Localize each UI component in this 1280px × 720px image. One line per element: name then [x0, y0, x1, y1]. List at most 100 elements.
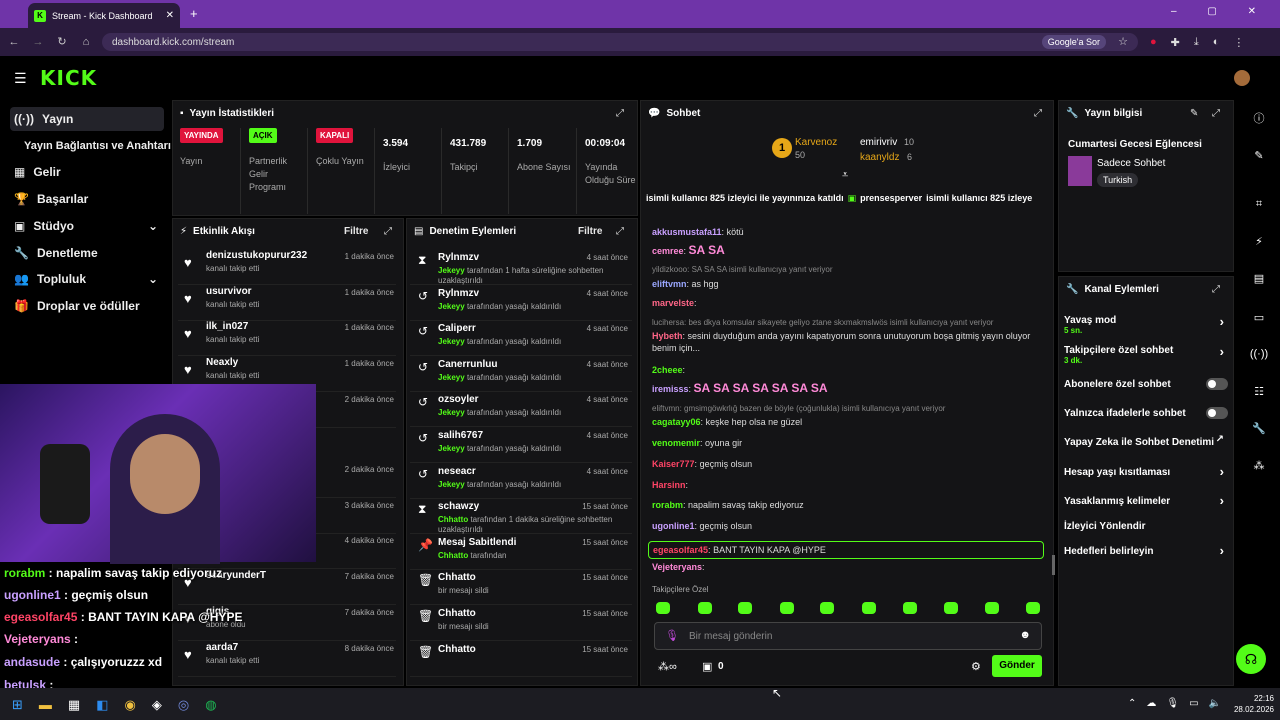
- channel-action[interactable]: Abonelere özel sohbet: [1064, 374, 1228, 394]
- chat-scrollbar[interactable]: [1052, 555, 1055, 575]
- activity-filter-button[interactable]: Filtre: [344, 226, 368, 237]
- extension-icon[interactable]: ●: [1150, 36, 1157, 48]
- moderation-target[interactable]: schawzy: [438, 501, 479, 512]
- emote-icon[interactable]: [862, 602, 876, 614]
- chat-input[interactable]: 🎙 Bir mesaj gönderin ☻: [654, 622, 1042, 650]
- moderation-target[interactable]: Chhatto: [438, 608, 476, 619]
- emote-icon[interactable]: [820, 602, 834, 614]
- sidebar-item-stream-key[interactable]: Yayın Bağlantısı ve Anahtarı: [20, 134, 174, 158]
- chat-username[interactable]: ugonline1: [652, 521, 695, 531]
- chat-username[interactable]: rorabm: [652, 500, 683, 510]
- home-icon[interactable]: ⌂: [80, 36, 92, 48]
- chat-message[interactable]: Vejeteryans:: [652, 561, 1048, 573]
- activity-row[interactable]: ♥ usurvivor kanalı takip etti 1 dakika önce: [178, 286, 396, 321]
- chat-message[interactable]: 2cheee:: [652, 364, 1048, 376]
- activity-row[interactable]: ♥ aarda7 kanalı takip etti 8 dakika önce: [178, 642, 396, 677]
- moderator-name[interactable]: Jekeyy: [438, 444, 465, 453]
- send-button[interactable]: Gönder: [992, 655, 1042, 677]
- forward-icon[interactable]: →: [32, 36, 44, 48]
- expand-icon[interactable]: ⤢: [1212, 284, 1220, 295]
- emote-icon[interactable]: [656, 602, 670, 614]
- discord-icon[interactable]: ◎: [178, 697, 189, 713]
- moderator-name[interactable]: Jekeyy: [438, 266, 465, 275]
- moderation-filter-button[interactable]: Filtre: [578, 226, 602, 237]
- chat-message[interactable]: iremisss: SA SA SA SA SA SA SA: [652, 382, 1048, 395]
- moderation-target[interactable]: salih6767: [438, 430, 483, 441]
- expand-icon[interactable]: ⤢: [1212, 108, 1220, 119]
- channel-action[interactable]: Yapay Zeka ile Sohbet Denetimi ↗: [1064, 432, 1228, 452]
- edit-pencil-icon[interactable]: ✎: [1190, 108, 1198, 119]
- emote-icon[interactable]: [738, 602, 752, 614]
- infinity-icon[interactable]: ⁂∞: [658, 660, 677, 673]
- moderation-row[interactable]: ↺ salih6767 Jekeyy tarafından yasağı kaldı…: [410, 428, 632, 463]
- back-icon[interactable]: ←: [8, 36, 20, 48]
- menu-dots-icon[interactable]: ⋮: [1233, 36, 1244, 49]
- moderation-row[interactable]: ↺ Canerrunluu Jekeyy tarafından yasağı kal…: [410, 357, 632, 392]
- outlook-icon[interactable]: ◧: [96, 697, 108, 713]
- leaderboard-third-name[interactable]: kaanyldz: [860, 152, 899, 163]
- moderation-target[interactable]: Canerrunluu: [438, 359, 497, 370]
- layout-icon[interactable]: ☷: [1245, 377, 1273, 405]
- moderation-target[interactable]: ozsoyler: [438, 394, 479, 405]
- window-controls[interactable]: – ▢ ✕: [1171, 6, 1270, 17]
- chat-username[interactable]: eliftvmn: [652, 279, 687, 289]
- moderation-target[interactable]: neseacr: [438, 466, 476, 477]
- chat-username[interactable]: iremisss: [652, 384, 689, 394]
- close-tab-icon[interactable]: ✕: [166, 10, 174, 21]
- channel-action[interactable]: Takipçilere özel sohbet 3 dk. ›: [1064, 342, 1228, 368]
- moderation-row[interactable]: ⧗ Rylnmzv Jekeyy tarafından 1 hafta süreli…: [410, 250, 632, 285]
- volume-icon[interactable]: 🔈: [1209, 698, 1221, 709]
- chat-username[interactable]: Hybeth: [652, 331, 683, 341]
- collapse-icon[interactable]: ⩡: [842, 169, 848, 182]
- sidebar-item-community[interactable]: 👥 Topluluk ⌄: [10, 267, 164, 291]
- toggle-switch[interactable]: [1206, 378, 1228, 390]
- chat-message[interactable]: akkusmustafa11: kötü: [652, 226, 1048, 238]
- moderation-row[interactable]: 🗑 Chhatto 15 saat önce: [410, 642, 632, 677]
- chat-message[interactable]: cemree: SA SA: [652, 244, 1048, 257]
- chat-icon[interactable]: ▭: [1245, 303, 1273, 331]
- chat-username[interactable]: cemree: [652, 246, 684, 256]
- community-icon[interactable]: ⁂: [1245, 451, 1273, 479]
- tools-icon[interactable]: 🔧: [1245, 414, 1273, 442]
- chat-message[interactable]: venomemir: oyuna gir: [652, 437, 1048, 449]
- steam-icon[interactable]: ◈: [152, 697, 162, 713]
- moderation-row[interactable]: ↺ neseacr Jekeyy tarafından yasağı kaldırı…: [410, 464, 632, 499]
- moderation-row[interactable]: ↺ Caliperr Jekeyy tarafından yasağı kaldır…: [410, 321, 632, 357]
- sidebar-item-stream[interactable]: ((·)) Yayın: [10, 107, 164, 131]
- language-tag[interactable]: Turkish: [1097, 173, 1139, 187]
- channel-action[interactable]: Hesap yaşı kısıtlaması ›: [1064, 462, 1228, 482]
- toggle-switch[interactable]: [1206, 407, 1228, 419]
- chat-username[interactable]: Vejeteryans: [652, 562, 702, 572]
- channel-action[interactable]: Yasaklanmış kelimeler ›: [1064, 491, 1228, 511]
- emote-icon[interactable]: [903, 602, 917, 614]
- chat-message[interactable]: cagatayy06: keşke hep olsa ne güzel: [652, 416, 1048, 428]
- note-icon[interactable]: ▤: [1245, 264, 1273, 292]
- channel-action[interactable]: İzleyici Yönlendir: [1064, 516, 1228, 536]
- clock[interactable]: 22:16 28.02.2026: [1228, 693, 1274, 715]
- chat-message[interactable]: egeasolfar45: BANT TAYIN KAPA @HYPE: [648, 541, 1044, 559]
- moderation-row[interactable]: 🗑 Chhatto bir mesajı sildi 15 saat önce: [410, 606, 632, 641]
- expand-icon[interactable]: ⤢: [384, 226, 392, 237]
- cloud-icon[interactable]: ☁: [1146, 698, 1156, 709]
- chrome-icon[interactable]: ◉: [125, 697, 136, 713]
- leaderboard-second-name[interactable]: emirivriv: [860, 137, 897, 148]
- info-icon[interactable]: ⓘ: [1245, 104, 1273, 132]
- chat-username[interactable]: cagatayy06: [652, 417, 701, 427]
- gift-box-icon[interactable]: ▣: [702, 660, 712, 673]
- sidebar-item-income[interactable]: ▦ Gelir: [10, 160, 164, 184]
- moderation-target[interactable]: Caliperr: [438, 323, 476, 334]
- sidebar-item-achievements[interactable]: 🏆 Başarılar: [10, 187, 164, 211]
- settings-gear-icon[interactable]: ⚙: [971, 660, 981, 673]
- moderation-row[interactable]: ↺ ozsoyler Jekeyy tarafından yasağı kaldır…: [410, 392, 632, 428]
- emote-icon[interactable]: [1026, 602, 1040, 614]
- emote-icon[interactable]: [698, 602, 712, 614]
- chat-username[interactable]: marvelste: [652, 298, 694, 308]
- microphone-icon[interactable]: 🎙: [665, 629, 679, 642]
- chat-username[interactable]: Kaiser777: [652, 459, 695, 469]
- expand-icon[interactable]: ⤢: [616, 108, 624, 119]
- url-field[interactable]: dashboard.kick.com/stream Google'a Sor ☆: [102, 33, 1138, 51]
- moderator-name[interactable]: Jekeyy: [438, 337, 465, 346]
- bookmark-star-icon[interactable]: ☆: [1118, 35, 1128, 48]
- reload-icon[interactable]: ↻: [56, 36, 68, 48]
- chat-username[interactable]: venomemir: [652, 438, 700, 448]
